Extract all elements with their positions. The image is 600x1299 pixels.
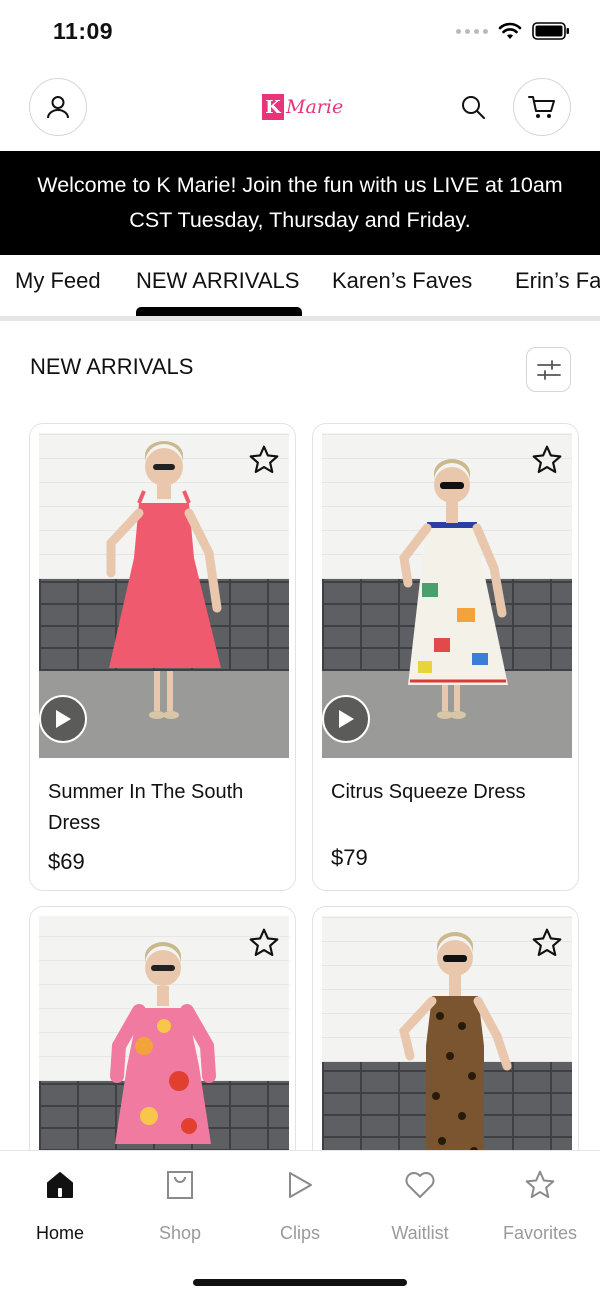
star-icon (525, 1170, 555, 1198)
account-button[interactable] (29, 78, 87, 136)
nav-label: Clips (279, 1223, 320, 1243)
nav-label: Favorites (502, 1223, 578, 1243)
tab-erins-faves[interactable]: Erin’s Faves (515, 268, 600, 294)
star-outline-icon (249, 928, 279, 957)
cart-icon (528, 96, 555, 118)
tab-new-arrivals[interactable]: NEW ARRIVALS (136, 268, 299, 294)
product-card[interactable]: Citrus Squeeze Dress $79 (312, 423, 579, 891)
banner-text: Welcome to K Marie! Join the fun with us… (37, 173, 563, 232)
nav-label: Waitlist (391, 1223, 449, 1243)
battery-icon (532, 22, 569, 40)
play-video-button[interactable] (322, 695, 370, 743)
product-name[interactable]: Summer In The South Dress (48, 777, 284, 839)
logo-script: Marie (286, 96, 344, 118)
announcement-banner: Welcome to K Marie! Join the fun with us… (0, 151, 600, 255)
product-photo[interactable] (322, 433, 572, 758)
product-card[interactable] (29, 906, 296, 1166)
user-icon (47, 96, 69, 119)
cart-button[interactable] (513, 78, 571, 136)
favorite-button[interactable] (247, 443, 281, 477)
product-photo[interactable] (39, 916, 289, 1165)
bottom-nav: Home Shop Clips Waitlist Favorites (0, 1150, 600, 1299)
product-card[interactable] (312, 906, 579, 1166)
nav-shop[interactable]: Shop (120, 1167, 240, 1244)
favorite-button[interactable] (247, 926, 281, 960)
shopping-bag-icon (167, 1171, 193, 1199)
play-icon (56, 710, 71, 728)
status-bar: 11:09 (0, 0, 600, 66)
heart-icon (405, 1172, 435, 1198)
play-icon (339, 710, 354, 728)
category-tabs: My Feed NEW ARRIVALS Karen’s Faves Erin’… (0, 255, 600, 321)
home-icon (47, 1172, 73, 1198)
wifi-icon (498, 22, 522, 39)
product-card[interactable]: Summer In The South Dress $69 (29, 423, 296, 891)
active-tab-indicator (136, 307, 302, 316)
section-title: NEW ARRIVALS (30, 354, 194, 379)
filter-button[interactable] (526, 347, 571, 392)
star-outline-icon (532, 445, 562, 474)
logo-mark: K (262, 94, 284, 120)
nav-waitlist[interactable]: Waitlist (360, 1167, 480, 1244)
nav-label: Home (35, 1223, 84, 1243)
search-button[interactable] (456, 90, 490, 124)
nav-label: Shop (158, 1223, 202, 1243)
nav-clips[interactable]: Clips (240, 1167, 360, 1244)
nav-home[interactable]: Home (0, 1167, 120, 1244)
favorite-button[interactable] (530, 926, 564, 960)
search-icon (462, 96, 485, 119)
play-icon (289, 1172, 312, 1198)
brand-logo[interactable]: K Marie (262, 94, 343, 120)
product-price: $69 (48, 849, 85, 874)
nav-favorites[interactable]: Favorites (480, 1167, 600, 1244)
home-indicator (193, 1279, 407, 1286)
product-name[interactable]: Citrus Squeeze Dress (331, 777, 567, 808)
app-header: K Marie (0, 78, 600, 138)
favorite-button[interactable] (530, 443, 564, 477)
star-outline-icon (249, 445, 279, 474)
play-video-button[interactable] (39, 695, 87, 743)
product-price: $79 (331, 845, 368, 870)
sliders-icon (536, 359, 561, 380)
tab-karens-faves[interactable]: Karen’s Faves (332, 268, 472, 294)
star-outline-icon (532, 928, 562, 957)
status-icons (456, 22, 570, 40)
status-time: 11:09 (53, 18, 114, 44)
signal-dots-icon (456, 28, 488, 34)
product-photo[interactable] (322, 916, 572, 1165)
tab-my-feed[interactable]: My Feed (15, 268, 101, 294)
product-photo[interactable] (39, 433, 289, 758)
